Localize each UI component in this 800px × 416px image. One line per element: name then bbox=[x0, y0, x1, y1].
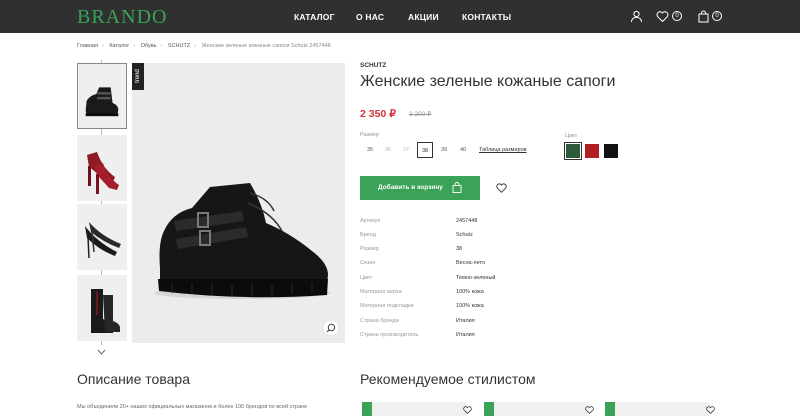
size-option[interactable]: 35 bbox=[362, 142, 378, 158]
breadcrumb: Главная › Каталог › Обувь › SCHUTZ › Женские… bbox=[77, 43, 331, 49]
color-swatch-black[interactable] bbox=[604, 144, 618, 158]
zoom-icon[interactable] bbox=[324, 321, 338, 335]
thumbnail-red-heels[interactable] bbox=[77, 135, 127, 201]
spec-key: Артикул bbox=[360, 218, 381, 224]
spec-value: Весна-лето bbox=[456, 260, 486, 266]
size-option-selected[interactable]: 38 bbox=[417, 142, 433, 158]
description-heading: Описание товара bbox=[77, 371, 190, 387]
shopping-bag-icon bbox=[452, 182, 462, 193]
thumbnail-ankle-boots[interactable] bbox=[77, 275, 127, 341]
breadcrumb-current: Женские зеленые кожаные сапоги Schutz 24… bbox=[201, 43, 331, 49]
card-badge bbox=[605, 402, 615, 416]
spec-value: Италия bbox=[456, 332, 475, 338]
card-badge bbox=[362, 402, 372, 416]
size-option[interactable]: 37 bbox=[398, 142, 414, 158]
spec-key: Страна бренда bbox=[360, 318, 399, 324]
product-brand[interactable]: SCHUTZ bbox=[360, 62, 386, 69]
nav-catalog[interactable]: КАТАЛОГ bbox=[294, 12, 335, 22]
favorites-count-badge: 0 bbox=[672, 11, 682, 21]
spec-value: Schutz bbox=[456, 232, 473, 238]
color-swatch-green[interactable] bbox=[564, 142, 582, 160]
size-table-link[interactable]: Таблица размеров bbox=[479, 147, 527, 153]
spec-key: Цвет bbox=[360, 275, 373, 281]
spec-key: Материал верха bbox=[360, 289, 402, 295]
spec-value: 38 bbox=[456, 246, 463, 252]
trend-badge: trend bbox=[132, 63, 144, 90]
arrow-down-icon[interactable] bbox=[97, 342, 106, 355]
spec-key: Сезон bbox=[360, 260, 376, 266]
product-price: 2 350 ₽ bbox=[360, 108, 396, 120]
thumbnail-black-boots[interactable] bbox=[77, 63, 127, 129]
main-product-image[interactable] bbox=[132, 63, 345, 343]
color-swatch-red[interactable] bbox=[585, 144, 599, 158]
recommended-heading: Рекомендуемое стилистом bbox=[360, 371, 536, 387]
color-label: Цвет bbox=[565, 133, 578, 139]
recommended-product-card[interactable] bbox=[484, 402, 594, 416]
shopping-bag-icon[interactable] bbox=[697, 10, 710, 23]
nav-about[interactable]: О НАС bbox=[356, 12, 384, 22]
cart-count-badge: 0 bbox=[712, 11, 722, 21]
breadcrumb-separator: › bbox=[133, 43, 136, 49]
breadcrumb-separator: › bbox=[194, 43, 197, 49]
spec-value: Темно-зеленый bbox=[456, 275, 496, 281]
size-option[interactable]: 40 bbox=[455, 142, 471, 158]
breadcrumb-separator: › bbox=[160, 43, 163, 49]
spec-key: Бренд bbox=[360, 232, 376, 238]
nav-sales[interactable]: АКЦИИ bbox=[408, 12, 439, 22]
user-icon[interactable] bbox=[630, 10, 643, 23]
size-option[interactable]: 39 bbox=[436, 142, 452, 158]
heart-icon[interactable] bbox=[463, 406, 472, 414]
size-option[interactable]: 36 bbox=[380, 142, 396, 158]
spec-value: 2457448 bbox=[456, 218, 478, 224]
thumbnail-black-pumps[interactable] bbox=[77, 204, 127, 270]
breadcrumb-catalog[interactable]: Каталог bbox=[109, 43, 129, 49]
spec-key: Материал подкладки bbox=[360, 303, 414, 309]
breadcrumb-separator: › bbox=[101, 43, 104, 49]
breadcrumb-shoes[interactable]: Обувь bbox=[141, 43, 157, 49]
card-badge bbox=[484, 402, 494, 416]
size-label: Размер bbox=[360, 132, 379, 138]
product-old-price: 3 200 ₽ bbox=[409, 111, 432, 118]
recommended-product-card[interactable] bbox=[362, 402, 472, 416]
spec-value: 100% кожа bbox=[456, 303, 484, 309]
site-logo[interactable]: BRANDO bbox=[77, 6, 167, 29]
heart-icon[interactable] bbox=[656, 10, 669, 23]
trend-badge-label: trend bbox=[135, 69, 141, 83]
spec-value: Италия bbox=[456, 318, 475, 324]
add-to-cart-button[interactable]: Добавить в корзину bbox=[360, 176, 480, 200]
spec-key: Страна производитель bbox=[360, 332, 419, 338]
product-title: Женские зеленые кожаные сапоги bbox=[360, 73, 616, 90]
breadcrumb-brand[interactable]: SCHUTZ bbox=[168, 43, 190, 49]
nav-contacts[interactable]: КОНТАКТЫ bbox=[462, 12, 511, 22]
heart-icon[interactable] bbox=[706, 406, 715, 414]
description-text: Мы объединили 20+ наших официальных мага… bbox=[77, 404, 308, 410]
recommended-product-card[interactable] bbox=[605, 402, 715, 416]
add-to-cart-label: Добавить в корзину bbox=[378, 184, 443, 191]
heart-icon[interactable] bbox=[585, 406, 594, 414]
breadcrumb-home[interactable]: Главная bbox=[77, 43, 98, 49]
add-to-favorites-heart-icon[interactable] bbox=[496, 183, 507, 193]
spec-value: 100% кожа bbox=[456, 289, 484, 295]
site-header: BRANDO КАТАЛОГ О НАС АКЦИИ КОНТАКТЫ 0 0 bbox=[0, 0, 800, 33]
spec-key: Размер bbox=[360, 246, 379, 252]
